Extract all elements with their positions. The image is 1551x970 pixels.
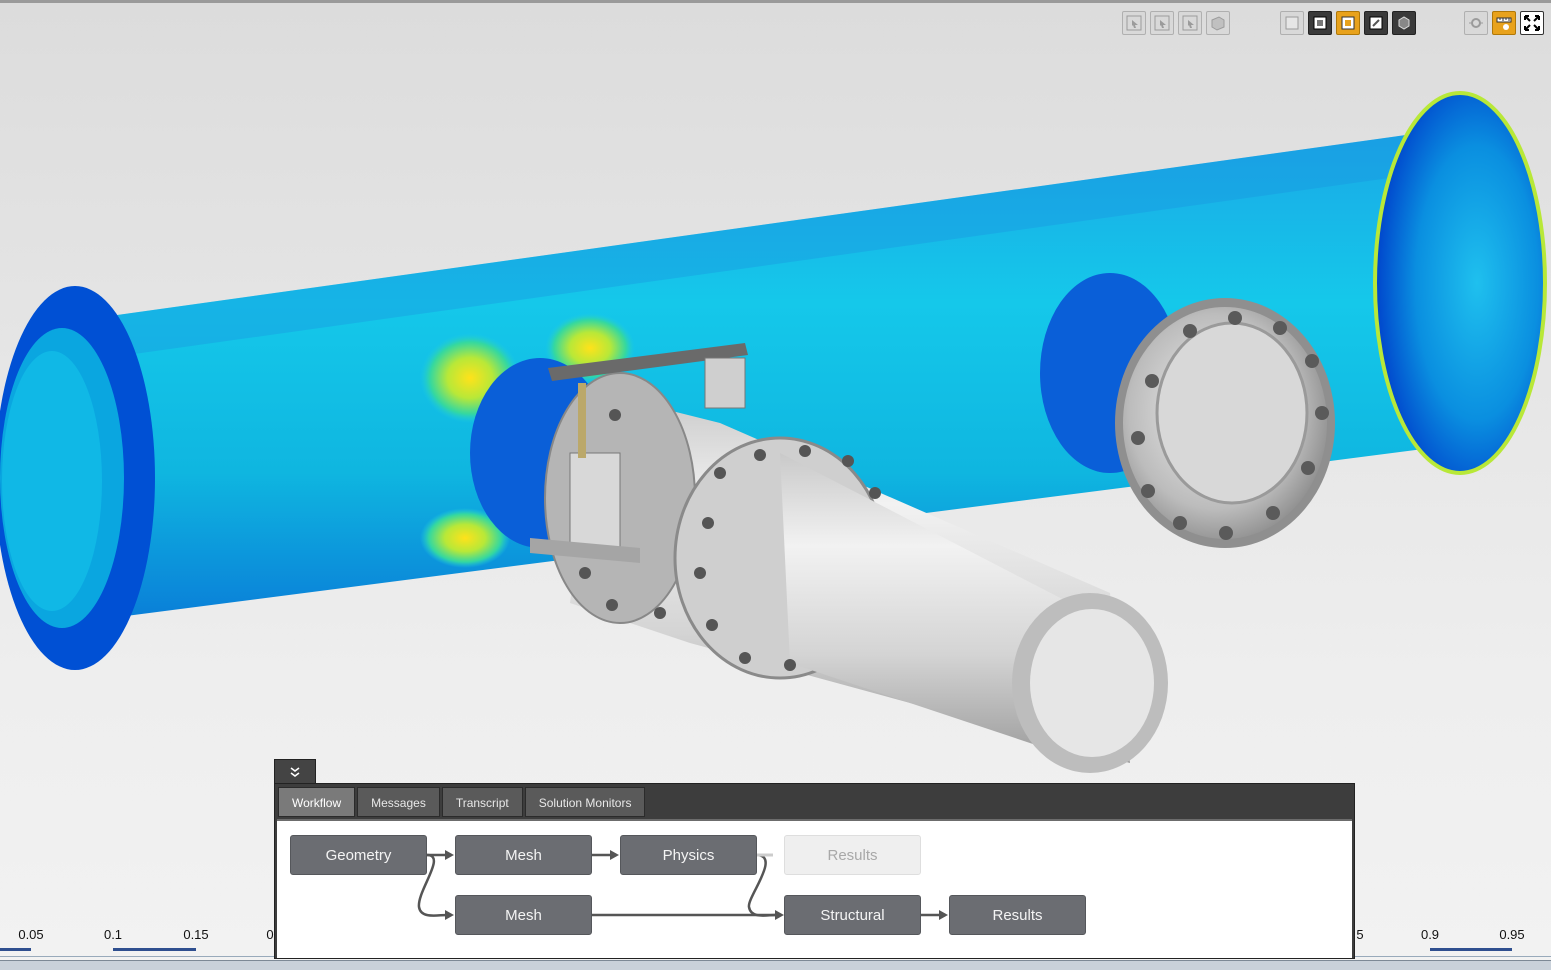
chevron-down-icon <box>290 767 300 777</box>
workflow-node-physics[interactable]: Physics <box>620 835 757 875</box>
scale-segment <box>113 948 196 951</box>
selection-toolbar <box>1122 11 1230 35</box>
scale-tick: 0.1 <box>103 927 123 942</box>
ruler-icon[interactable] <box>1492 11 1516 35</box>
scale-segment <box>0 948 31 951</box>
scale-tick: 0.15 <box>183 927 209 942</box>
panel-tabs: Workflow Messages Transcript Solution Mo… <box>278 787 646 817</box>
view-icon[interactable] <box>1364 11 1388 35</box>
view-icon[interactable] <box>1308 11 1332 35</box>
scale-tick: 0.95 <box>1499 927 1525 942</box>
scale-tick: 0.05 <box>18 927 44 942</box>
collapse-panel-button[interactable] <box>274 759 316 785</box>
view-toolbar <box>1280 11 1416 35</box>
workflow-node-results-disabled[interactable]: Results <box>784 835 921 875</box>
view-icon[interactable] <box>1280 11 1304 35</box>
select-icon[interactable] <box>1178 11 1202 35</box>
select-icon[interactable] <box>1150 11 1174 35</box>
box-select-icon[interactable] <box>1206 11 1230 35</box>
scale-tick: 5 <box>1356 927 1364 942</box>
scale-tick: 0 <box>266 927 274 942</box>
workflow-canvas: Geometry Mesh Physics Results Mesh Struc… <box>277 819 1352 958</box>
view-highlight-icon[interactable] <box>1336 11 1360 35</box>
select-icon[interactable] <box>1122 11 1146 35</box>
scale-segment <box>1430 948 1512 951</box>
workflow-node-geometry[interactable]: Geometry <box>290 835 427 875</box>
cube-icon[interactable] <box>1392 11 1416 35</box>
workflow-node-mesh-structural[interactable]: Mesh <box>455 895 592 935</box>
tab-workflow[interactable]: Workflow <box>278 787 356 817</box>
tab-transcript[interactable]: Transcript <box>441 787 523 817</box>
workflow-panel: Workflow Messages Transcript Solution Mo… <box>274 783 1355 959</box>
tab-solution-monitors[interactable]: Solution Monitors <box>524 787 646 817</box>
workflow-node-structural[interactable]: Structural <box>784 895 921 935</box>
workflow-node-results[interactable]: Results <box>949 895 1086 935</box>
camera-icon[interactable] <box>1464 11 1488 35</box>
tools-toolbar <box>1464 11 1544 35</box>
tab-messages[interactable]: Messages <box>357 787 440 817</box>
scale-tick: 0.9 <box>1420 927 1440 942</box>
workflow-node-mesh[interactable]: Mesh <box>455 835 592 875</box>
fullscreen-icon[interactable] <box>1520 11 1544 35</box>
